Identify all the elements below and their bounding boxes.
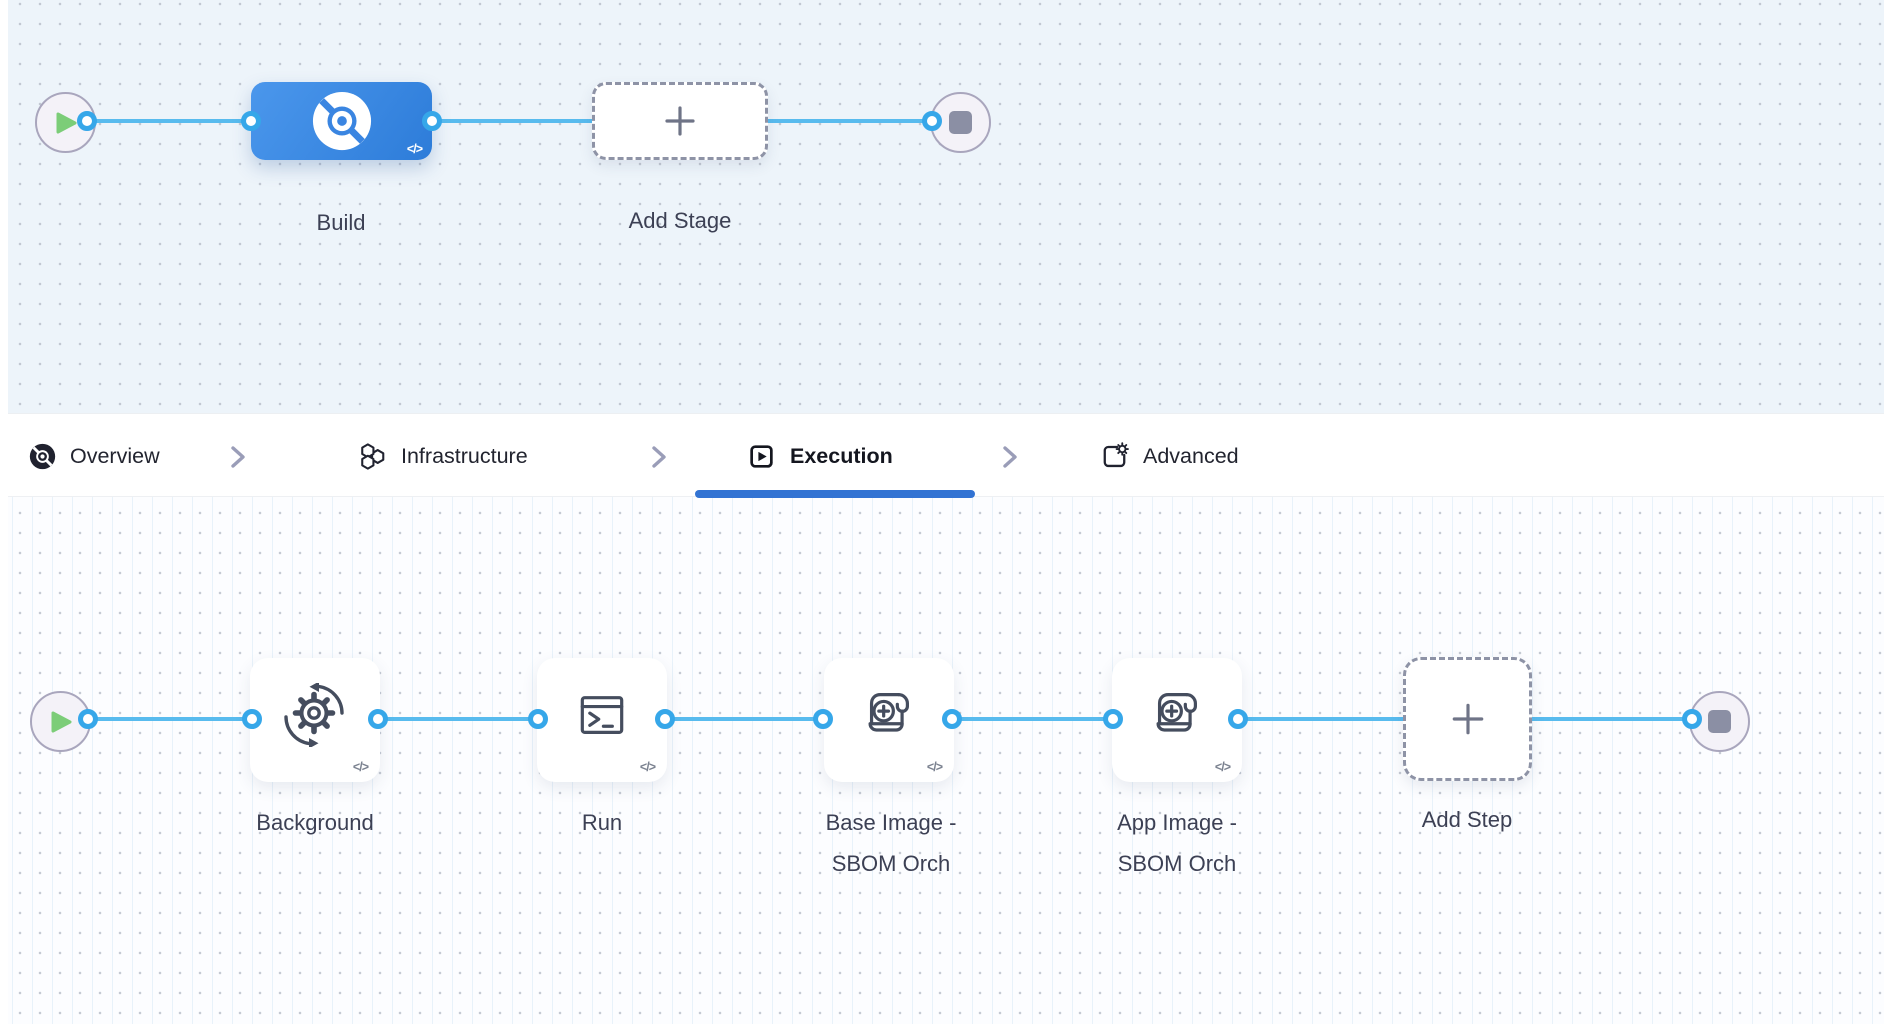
step-card-app-image-sbom[interactable]: </>	[1112, 658, 1242, 782]
chevron-right-icon	[231, 446, 245, 468]
ci-build-icon	[312, 91, 371, 151]
play-icon	[51, 711, 71, 732]
chevron-right-icon	[1003, 446, 1017, 468]
port[interactable]	[942, 709, 962, 729]
chevron-right-icon	[652, 446, 666, 468]
port[interactable]	[1103, 709, 1123, 729]
code-badge: </>	[406, 142, 423, 156]
add-stage-label: Add Stage	[628, 208, 732, 233]
stop-icon	[1708, 710, 1731, 733]
step-link	[663, 717, 825, 721]
tab-label: Advanced	[1143, 443, 1239, 468]
step-link	[376, 717, 540, 721]
execution-play-icon	[750, 444, 773, 468]
port[interactable]	[368, 709, 388, 729]
port[interactable]	[241, 111, 261, 131]
sbom-scroll-plus-icon	[1156, 693, 1198, 732]
stage-config-tabbar: Overview Infrastructure Execution Advanc…	[0, 413, 1884, 498]
left-gutter	[0, 0, 8, 1024]
port[interactable]	[242, 709, 262, 729]
code-badge: </>	[352, 760, 369, 774]
stop-icon	[949, 111, 972, 134]
stage-card-build[interactable]: </>	[251, 82, 432, 160]
add-stage-button[interactable]	[592, 82, 768, 160]
advanced-settings-icon	[1103, 441, 1129, 467]
infrastructure-hexagons-icon	[361, 442, 385, 470]
execution-canvas[interactable]: </> </> </> </> Background Run Base Imag…	[0, 497, 1884, 1024]
pipeline-studio: </> Build Add Stage Overview Infrastruct…	[0, 0, 1884, 1024]
step-label: Background	[256, 810, 374, 835]
port[interactable]	[1682, 709, 1702, 729]
add-step-label: Add Step	[1421, 807, 1513, 832]
code-badge: </>	[639, 760, 656, 774]
active-tab-underline	[695, 490, 975, 498]
step-label: Base Image - SBOM Orch	[825, 810, 957, 876]
plus-icon	[665, 106, 695, 136]
play-icon	[56, 112, 76, 133]
stage-label: Build	[316, 210, 366, 235]
ci-overview-icon	[29, 443, 56, 469]
port[interactable]	[655, 709, 675, 729]
tab-overview[interactable]: Overview	[29, 414, 160, 498]
add-step-button[interactable]	[1403, 657, 1532, 781]
port[interactable]	[1228, 709, 1248, 729]
step-card-run[interactable]: </>	[537, 658, 667, 782]
port[interactable]	[77, 111, 97, 131]
step-card-background[interactable]: </>	[250, 658, 380, 782]
port[interactable]	[78, 709, 98, 729]
tab-label: Overview	[70, 443, 160, 468]
port[interactable]	[813, 709, 833, 729]
stage-canvas[interactable]: </> Build Add Stage	[0, 0, 1884, 413]
step-label: Run	[581, 810, 623, 835]
background-sync-gear-icon	[284, 683, 344, 748]
step-link	[950, 717, 1115, 721]
code-badge: </>	[926, 760, 943, 774]
run-terminal-icon	[580, 696, 624, 734]
tab-advanced[interactable]: Advanced	[1100, 414, 1239, 498]
tab-label: Execution	[790, 443, 893, 468]
tab-label: Infrastructure	[401, 443, 528, 468]
port[interactable]	[422, 111, 442, 131]
step-label: App Image - SBOM Orch	[1117, 810, 1237, 876]
tab-execution[interactable]: Execution	[747, 414, 893, 498]
plus-icon	[1452, 703, 1483, 735]
sbom-scroll-plus-icon	[868, 693, 910, 732]
tab-infrastructure[interactable]: Infrastructure	[358, 414, 528, 498]
port[interactable]	[528, 709, 548, 729]
port[interactable]	[922, 111, 942, 131]
step-card-base-image-sbom[interactable]: </>	[824, 658, 954, 782]
code-badge: </>	[1214, 760, 1231, 774]
